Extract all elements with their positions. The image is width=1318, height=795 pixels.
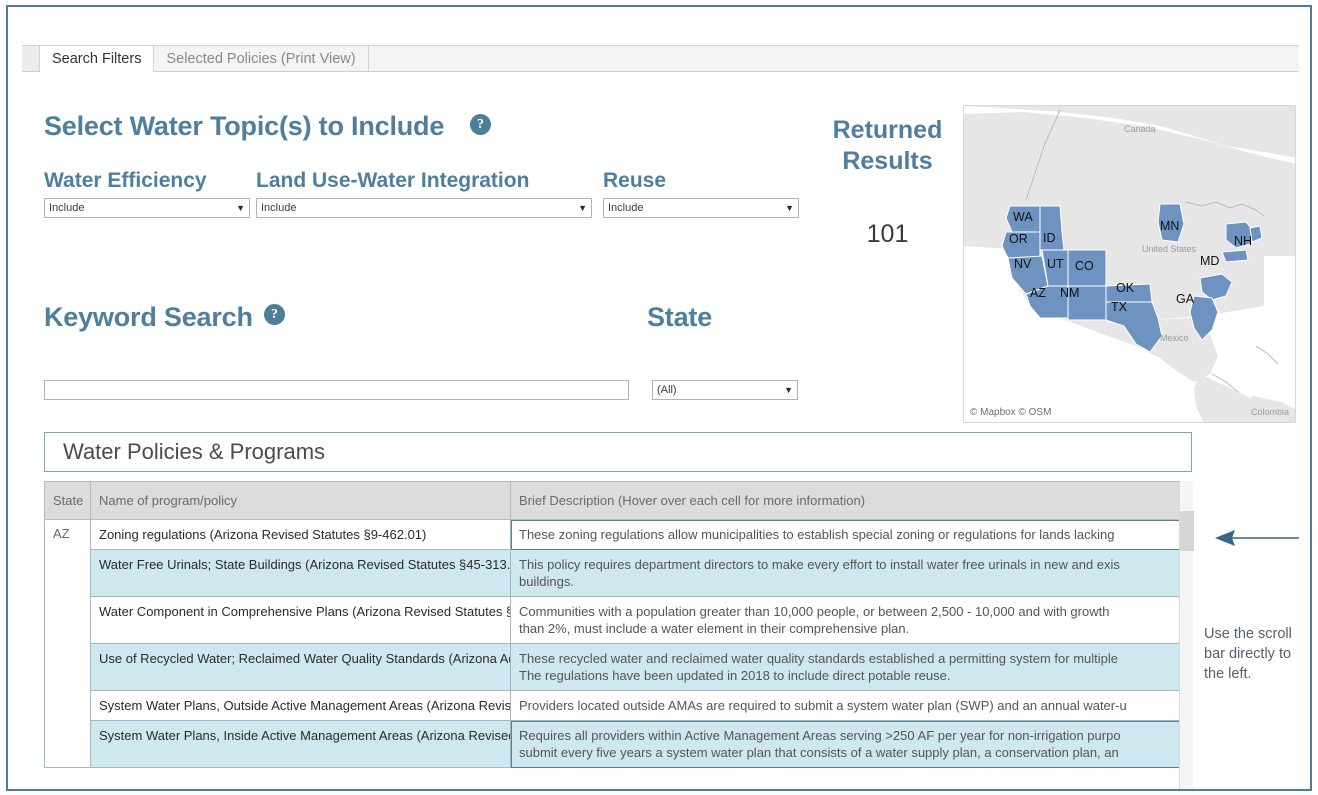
table-title: Water Policies & Programs	[44, 432, 1192, 472]
column-header-description[interactable]: Brief Description (Hover over each cell …	[510, 481, 1192, 520]
table-body: AZ Zoning regulations (Arizona Revised St…	[44, 519, 1192, 768]
tab-bar-filler	[368, 45, 1299, 71]
tab-bar-nub	[22, 45, 40, 71]
description-line: This policy requires department director…	[519, 557, 1120, 572]
chevron-down-icon: ▼	[578, 203, 587, 213]
section-title-state: State	[647, 302, 713, 332]
cell-brief-description[interactable]: Providers located outside AMAs are requi…	[510, 690, 1192, 721]
column-header-name[interactable]: Name of program/policy	[90, 481, 511, 520]
table-row[interactable]: Use of Recycled Water; Reclaimed Water Q…	[45, 643, 1192, 691]
cell-state[interactable]: AZ	[44, 519, 91, 768]
cell-policy-name[interactable]: Water Component in Comprehensive Plans (…	[90, 596, 511, 644]
column-header-state[interactable]: State	[44, 481, 91, 520]
cell-brief-description[interactable]: Requires all providers within Active Man…	[510, 720, 1192, 768]
policies-table: State Name of program/policy Brief Descr…	[44, 481, 1192, 768]
tab-selected-policies-label: Selected Policies (Print View)	[166, 50, 356, 67]
table-row[interactable]: Water Component in Comprehensive Plans (…	[45, 596, 1192, 644]
cell-brief-description[interactable]: Communities with a population greater th…	[510, 596, 1192, 644]
cell-brief-description[interactable]: These zoning regulations allow municipal…	[510, 519, 1192, 550]
dropdown-water-efficiency-value: Include	[49, 202, 85, 214]
description-line: These recycled water and reclaimed water…	[519, 651, 1118, 666]
application-window: Search Filters Selected Policies (Print …	[6, 5, 1312, 791]
returned-results-label-line1: Returned	[832, 116, 943, 144]
cell-policy-name[interactable]: System Water Plans, Inside Active Manage…	[90, 720, 511, 768]
table-title-label: Water Policies & Programs	[63, 439, 326, 464]
tab-selected-policies[interactable]: Selected Policies (Print View)	[154, 45, 369, 71]
policies-table-container[interactable]: State Name of program/policy Brief Descr…	[44, 481, 1192, 789]
label-water-efficiency: Water Efficiency	[44, 169, 207, 192]
table-row[interactable]: System Water Plans, Inside Active Manage…	[45, 720, 1192, 768]
dropdown-reuse-value: Include	[608, 202, 644, 214]
chevron-down-icon: ▼	[785, 203, 794, 213]
description-line: Requires all providers within Active Man…	[519, 728, 1121, 743]
cell-policy-name[interactable]: System Water Plans, Outside Active Manag…	[90, 690, 511, 721]
description-line: buildings.	[519, 574, 574, 589]
keyword-search-input[interactable]	[44, 380, 629, 400]
section-title-keyword-search: Keyword Search	[44, 302, 253, 332]
returned-results-count: 101	[866, 220, 909, 248]
dropdown-land-use-water-integration[interactable]: Include ▼	[256, 198, 592, 218]
tab-search-filters[interactable]: Search Filters	[40, 45, 155, 72]
description-line: Providers located outside AMAs are requi…	[519, 698, 1127, 713]
cell-policy-name[interactable]: Zoning regulations (Arizona Revised Stat…	[90, 519, 511, 550]
dropdown-reuse[interactable]: Include ▼	[603, 198, 799, 218]
scrollbar-annotation-text: Use the scroll bar directly to the left.	[1204, 626, 1292, 682]
question-mark-circle-icon[interactable]: ?	[470, 114, 491, 135]
map-svg	[964, 106, 1295, 422]
dropdown-state[interactable]: (All) ▼	[652, 380, 798, 400]
question-mark-circle-icon[interactable]: ?	[264, 304, 285, 325]
table-row[interactable]: System Water Plans, Outside Active Manag…	[45, 690, 1192, 721]
cell-brief-description[interactable]: These recycled water and reclaimed water…	[510, 643, 1192, 691]
dropdown-water-efficiency[interactable]: Include ▼	[44, 198, 250, 218]
section-title-water-topics: Select Water Topic(s) to Include	[44, 111, 445, 141]
chevron-down-icon: ▼	[784, 385, 793, 395]
table-row[interactable]: AZ Zoning regulations (Arizona Revised St…	[44, 519, 1192, 768]
cell-brief-description[interactable]: This policy requires department director…	[510, 549, 1192, 597]
dropdown-state-value: (All)	[657, 384, 677, 396]
cell-policy-name[interactable]: Use of Recycled Water; Reclaimed Water Q…	[90, 643, 511, 691]
description-line: than 2%, must include a water element in…	[519, 621, 910, 636]
returned-results-label: Returned Results	[820, 115, 955, 177]
dropdown-land-use-water-integration-value: Include	[261, 202, 297, 214]
us-states-map[interactable]: Canada United States Mexico Colombia WA …	[963, 105, 1296, 423]
label-land-use-water-integration: Land Use-Water Integration	[256, 169, 530, 192]
description-line: The regulations have been updated in 201…	[519, 668, 951, 683]
tab-search-filters-label: Search Filters	[52, 50, 142, 67]
table-vertical-scrollbar[interactable]	[1179, 481, 1194, 789]
returned-results-label-line2: Results	[842, 147, 933, 175]
description-line: These zoning regulations allow municipal…	[519, 527, 1115, 542]
chevron-down-icon: ▼	[236, 203, 245, 213]
tab-bar: Search Filters Selected Policies (Print …	[22, 45, 1299, 72]
table-row[interactable]: Water Free Urinals; State Buildings (Ari…	[45, 549, 1192, 597]
description-line: submit every five years a system water p…	[519, 745, 1119, 760]
map-attribution: © Mapbox © OSM	[970, 407, 1052, 418]
left-arrow-icon	[1215, 530, 1299, 546]
description-line: Communities with a population greater th…	[519, 604, 1110, 619]
table-header-row: State Name of program/policy Brief Descr…	[44, 481, 1192, 520]
label-reuse: Reuse	[603, 169, 667, 192]
cell-policy-name[interactable]: Water Free Urinals; State Buildings (Ari…	[90, 549, 511, 597]
scrollbar-thumb[interactable]	[1180, 511, 1194, 551]
